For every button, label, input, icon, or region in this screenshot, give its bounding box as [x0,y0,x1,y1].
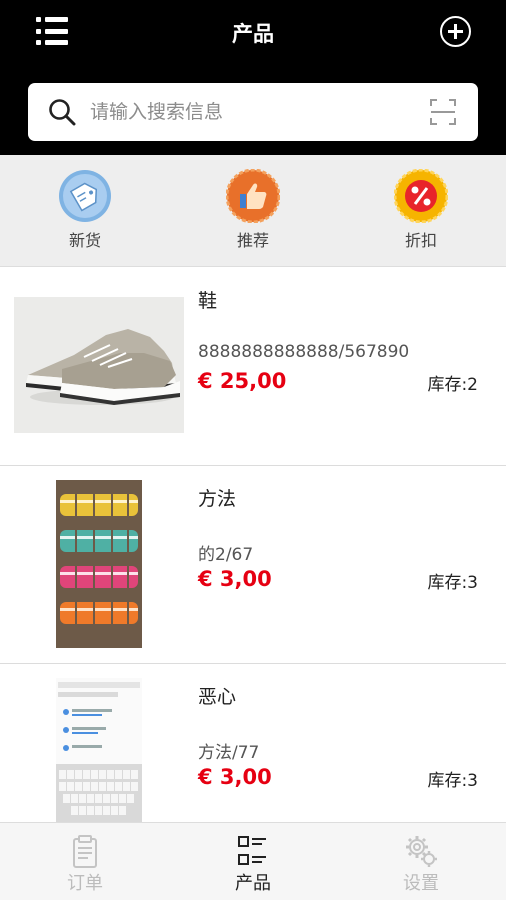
category-new[interactable]: 新货 [35,169,135,251]
product-price: € 25,00 [198,369,287,393]
tab-orders[interactable]: 订单 [35,833,135,895]
category-recommended[interactable]: 推荐 [203,169,303,251]
product-image [56,480,142,648]
macarons-image [56,480,142,648]
product-name: 鞋 [198,290,218,312]
search-input[interactable] [90,92,410,132]
category-discount[interactable]: 折扣 [371,169,471,251]
product-image [14,297,184,433]
thumbs-up-icon [226,169,280,223]
tab-products[interactable]: 产品 [203,833,303,895]
add-icon[interactable] [440,16,471,47]
list-icon [238,836,266,865]
tab-label: 订单 [67,873,103,894]
product-stock: 库存:3 [427,573,478,593]
product-price: € 3,00 [198,567,272,591]
gears-icon [406,836,437,867]
search-icon [49,99,76,126]
bottom-tab-bar: 订单 产品 设置 [0,822,506,900]
scan-icon[interactable] [430,99,456,125]
product-item[interactable]: 鞋 8888888888888/567890 € 25,00 库存:2 [0,268,506,466]
category-label: 折扣 [404,231,437,250]
product-name: 恶心 [198,686,237,708]
screenshot-thumbnail [56,678,142,832]
tab-label: 设置 [403,873,439,894]
category-label: 推荐 [236,231,269,250]
product-code: 8888888888888/567890 [198,342,410,362]
product-stock: 库存:2 [427,375,478,395]
percent-icon [394,169,448,223]
product-code: 的2/67 [198,545,254,565]
top-bar: 产品 [0,0,506,155]
category-label: 新货 [68,231,101,250]
tab-label: 产品 [235,873,271,894]
sneaker-image [14,297,184,433]
tab-settings[interactable]: 设置 [371,833,471,895]
clipboard-icon [73,835,97,868]
product-code: 方法/77 [198,743,260,763]
tag-icon [59,170,111,222]
product-name: 方法 [198,488,237,510]
product-stock: 库存:3 [427,771,478,791]
category-bar: 新货 推荐 折扣 [0,155,506,267]
search-bar [28,83,478,141]
product-price: € 3,00 [198,765,272,789]
product-image [56,678,142,832]
page-title: 产品 [232,22,274,46]
product-item[interactable]: 方法 的2/67 € 3,00 库存:3 [0,466,506,664]
